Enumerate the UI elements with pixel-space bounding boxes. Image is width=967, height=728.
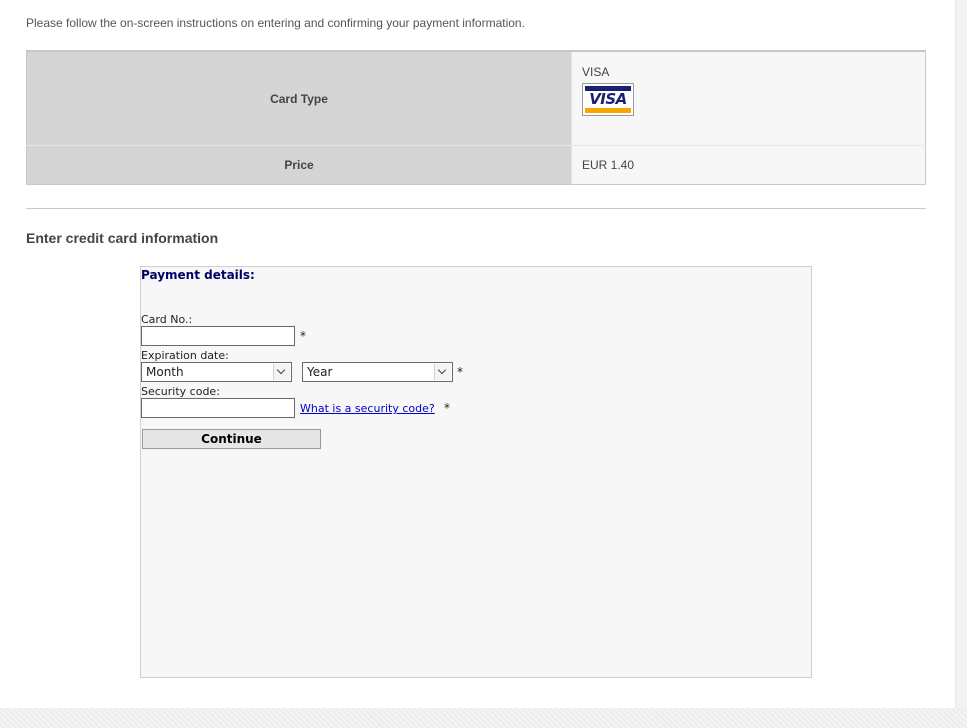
card-number-input[interactable] <box>141 326 295 346</box>
security-code-label: Security code: <box>141 385 220 398</box>
section-title: Enter credit card information <box>26 230 219 246</box>
continue-button[interactable]: Continue <box>142 429 321 449</box>
chevron-down-icon <box>434 364 451 380</box>
page: Please follow the on-screen instructions… <box>0 0 956 708</box>
table-row: Card Type VISA VISA <box>26 51 926 146</box>
security-code-input[interactable] <box>141 398 295 418</box>
visa-logo-icon: VISA <box>582 83 634 116</box>
instructions-text: Please follow the on-screen instructions… <box>26 16 525 30</box>
page-footer-strip <box>0 708 967 728</box>
section-divider <box>26 208 926 209</box>
year-selected-value: Year <box>307 365 333 379</box>
visa-logo-text: VISA <box>589 90 627 108</box>
payment-summary-table: Card Type VISA VISA Price EUR 1.40 <box>26 50 926 185</box>
table-row: Price EUR 1.40 <box>26 145 926 185</box>
month-selected-value: Month <box>146 365 184 379</box>
card-type-value: VISA <box>582 65 610 79</box>
payment-form: Payment details: Card No.: * Expiration … <box>140 266 812 678</box>
required-mark: * <box>444 401 450 415</box>
required-mark: * <box>300 329 306 343</box>
price-label: Price <box>26 145 572 185</box>
expiration-label: Expiration date: <box>141 349 229 362</box>
year-select[interactable]: Year <box>302 362 453 382</box>
card-number-label: Card No.: <box>141 313 193 326</box>
chevron-down-icon <box>273 364 290 380</box>
price-value: EUR 1.40 <box>571 145 926 185</box>
security-code-help-link[interactable]: What is a security code? <box>300 402 435 415</box>
month-select[interactable]: Month <box>141 362 292 382</box>
card-type-label: Card Type <box>26 51 572 146</box>
form-title: Payment details: <box>141 268 255 282</box>
required-mark: * <box>457 365 463 379</box>
card-type-cell: VISA VISA <box>571 51 926 146</box>
